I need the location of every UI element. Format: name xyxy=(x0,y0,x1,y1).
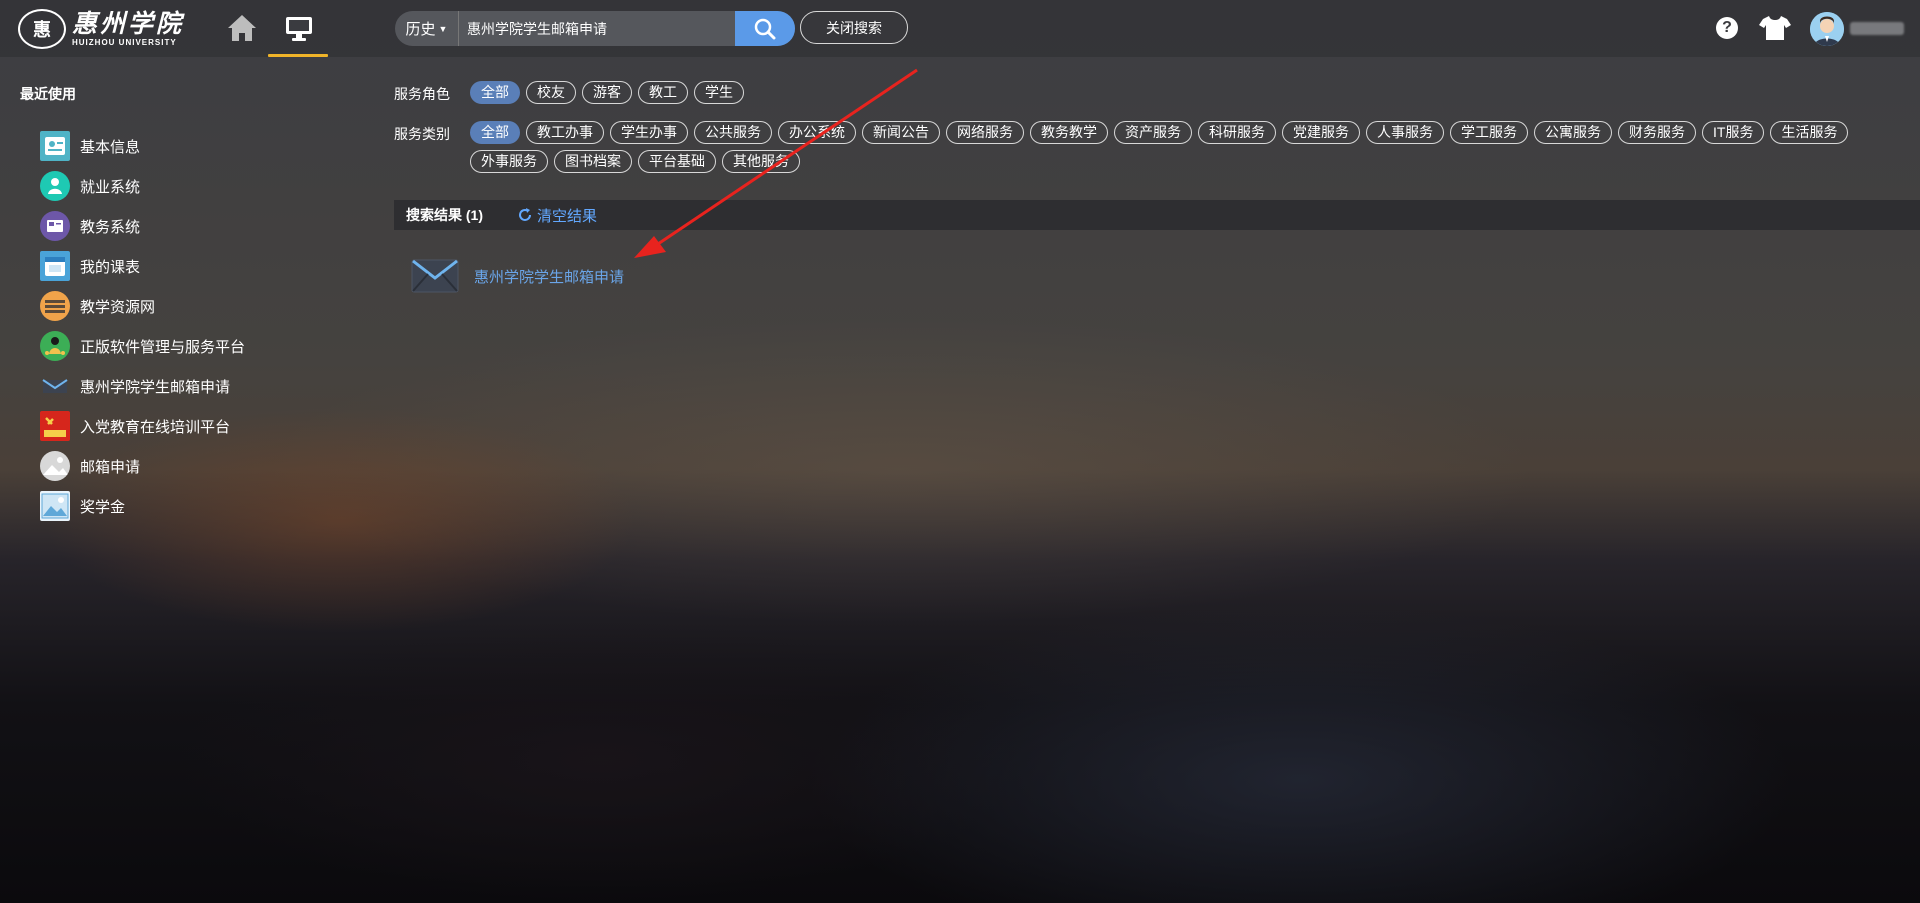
category-chip[interactable]: 教务教学 xyxy=(1030,121,1108,144)
recent-item-basic-info[interactable]: 基本信息 xyxy=(40,126,245,166)
logo-english-name: HUIZHOU UNIVERSITY xyxy=(72,38,177,47)
recent-item-label: 我的课表 xyxy=(80,258,141,276)
category-chip[interactable]: 图书档案 xyxy=(554,150,632,173)
recent-item-academic[interactable]: 教务系统 xyxy=(40,206,245,246)
monitor-icon xyxy=(286,17,312,41)
top-bar: 惠 惠州学院 HUIZHOU UNIVERSITY 历史 ▼ 惠州学院学生邮箱申… xyxy=(0,0,1920,57)
role-filter-row: 服务角色 全部 校友 游客 教工 学生 xyxy=(394,81,1890,110)
recent-item-student-mail[interactable]: 惠州学院学生邮箱申请 xyxy=(40,366,245,406)
search-results-bar: 搜索结果 (1) 清空结果 xyxy=(394,200,1920,230)
user-avatar[interactable] xyxy=(1810,12,1844,46)
clear-results-button[interactable]: 清空结果 xyxy=(517,205,597,226)
category-chip-group: 全部 教工办事 学生办事 公共服务 办公系统 新闻公告 网络服务 教务教学 资产… xyxy=(470,121,1890,179)
category-chip[interactable]: 全部 xyxy=(470,121,520,144)
role-chip-group: 全部 校友 游客 教工 学生 xyxy=(470,81,1890,110)
category-chip[interactable]: 资产服务 xyxy=(1114,121,1192,144)
recent-item-label: 基本信息 xyxy=(80,138,141,156)
chevron-down-icon: ▼ xyxy=(438,23,448,34)
mail-icon xyxy=(411,259,459,293)
role-chip-all[interactable]: 全部 xyxy=(470,81,520,104)
tshirt-icon xyxy=(1759,16,1791,40)
category-chip[interactable]: 公寓服务 xyxy=(1534,121,1612,144)
category-chip[interactable]: 网络服务 xyxy=(946,121,1024,144)
category-chip[interactable]: 教工办事 xyxy=(526,121,604,144)
timetable-icon xyxy=(40,251,70,281)
party-icon xyxy=(40,411,70,441)
profile-icon xyxy=(40,131,70,161)
category-chip[interactable]: 科研服务 xyxy=(1198,121,1276,144)
category-chip[interactable]: IT服务 xyxy=(1702,121,1765,144)
logo-chinese-name: 惠州学院 xyxy=(72,9,185,38)
logo-text: 惠州学院 HUIZHOU UNIVERSITY xyxy=(72,10,184,48)
category-chip[interactable]: 党建服务 xyxy=(1282,121,1360,144)
recent-item-label: 惠州学院学生邮箱申请 xyxy=(80,378,231,396)
role-filter-label: 服务角色 xyxy=(394,86,450,102)
history-dropdown[interactable]: 历史 ▼ xyxy=(395,11,459,46)
recent-item-label: 邮箱申请 xyxy=(80,458,141,476)
recent-item-mail-apply[interactable]: 邮箱申请 xyxy=(40,446,245,486)
recent-item-software[interactable]: 正版软件管理与服务平台 xyxy=(40,326,245,366)
recent-item-party-training[interactable]: 入党教育在线培训平台 xyxy=(40,406,245,446)
search-results-count: 搜索结果 (1) xyxy=(406,207,483,223)
category-chip[interactable]: 学生办事 xyxy=(610,121,688,144)
recent-item-label: 奖学金 xyxy=(80,498,126,516)
home-icon xyxy=(228,15,256,41)
category-chip[interactable]: 新闻公告 xyxy=(862,121,940,144)
recent-item-label: 就业系统 xyxy=(80,178,141,196)
role-chip-staff[interactable]: 教工 xyxy=(638,81,688,104)
recent-item-label: 正版软件管理与服务平台 xyxy=(80,338,246,356)
category-chip[interactable]: 学工服务 xyxy=(1450,121,1528,144)
help-icon[interactable]: ? xyxy=(1716,17,1738,39)
skin-theme-button[interactable] xyxy=(1759,15,1791,41)
home-button[interactable] xyxy=(226,13,258,43)
category-chip[interactable]: 公共服务 xyxy=(694,121,772,144)
recent-item-label: 教学资源网 xyxy=(80,298,156,316)
search-result-item[interactable]: 惠州学院学生邮箱申请 xyxy=(410,256,624,296)
user-avatar-icon xyxy=(1810,12,1844,46)
history-label: 历史 xyxy=(405,21,436,38)
category-filter-row: 服务类别 全部 教工办事 学生办事 公共服务 办公系统 新闻公告 网络服务 教务… xyxy=(394,121,1890,179)
university-seal-icon: 惠 xyxy=(18,9,66,49)
desktop-tab-button[interactable] xyxy=(268,8,328,57)
recent-item-employment[interactable]: 就业系统 xyxy=(40,166,245,206)
category-filter-label: 服务类别 xyxy=(394,126,450,142)
category-chip[interactable]: 平台基础 xyxy=(638,150,716,173)
close-search-button[interactable]: 关闭搜索 xyxy=(800,11,908,44)
resources-icon xyxy=(40,291,70,321)
active-tab-underline xyxy=(268,54,328,57)
academic-icon xyxy=(40,211,70,241)
role-chip-student[interactable]: 学生 xyxy=(694,81,744,104)
recent-item-timetable[interactable]: 我的课表 xyxy=(40,246,245,286)
recent-item-scholarship[interactable]: 奖学金 xyxy=(40,486,245,526)
category-chip[interactable]: 办公系统 xyxy=(778,121,856,144)
category-chip[interactable]: 人事服务 xyxy=(1366,121,1444,144)
software-icon xyxy=(40,331,70,361)
image-icon xyxy=(40,491,70,521)
recent-used-title: 最近使用 xyxy=(20,86,76,102)
search-icon xyxy=(754,18,776,39)
category-chip[interactable]: 生活服务 xyxy=(1770,121,1849,144)
university-logo[interactable]: 惠 惠州学院 HUIZHOU UNIVERSITY xyxy=(18,8,208,50)
recent-item-label: 入党教育在线培训平台 xyxy=(80,418,231,436)
clear-results-label: 清空结果 xyxy=(537,207,598,225)
recent-item-resources[interactable]: 教学资源网 xyxy=(40,286,245,326)
role-chip-visitor[interactable]: 游客 xyxy=(582,81,632,104)
category-chip[interactable]: 外事服务 xyxy=(470,150,548,173)
username-redacted xyxy=(1850,22,1904,35)
refresh-icon xyxy=(519,208,531,221)
search-bar: 历史 ▼ xyxy=(395,11,795,46)
placeholder-icon xyxy=(40,451,70,481)
employment-icon xyxy=(40,171,70,201)
recent-item-label: 教务系统 xyxy=(80,218,141,236)
category-chip[interactable]: 财务服务 xyxy=(1618,121,1696,144)
search-input[interactable] xyxy=(459,11,735,46)
role-chip-alumni[interactable]: 校友 xyxy=(526,81,576,104)
search-button[interactable] xyxy=(735,11,795,46)
mail-icon xyxy=(40,371,70,401)
recent-list: 基本信息 就业系统 教务系统 我的课表 教学资源网 正版软件管理与服务平台 惠州… xyxy=(40,126,245,526)
category-chip[interactable]: 其他服务 xyxy=(722,150,800,173)
search-result-label: 惠州学院学生邮箱申请 xyxy=(474,268,625,286)
